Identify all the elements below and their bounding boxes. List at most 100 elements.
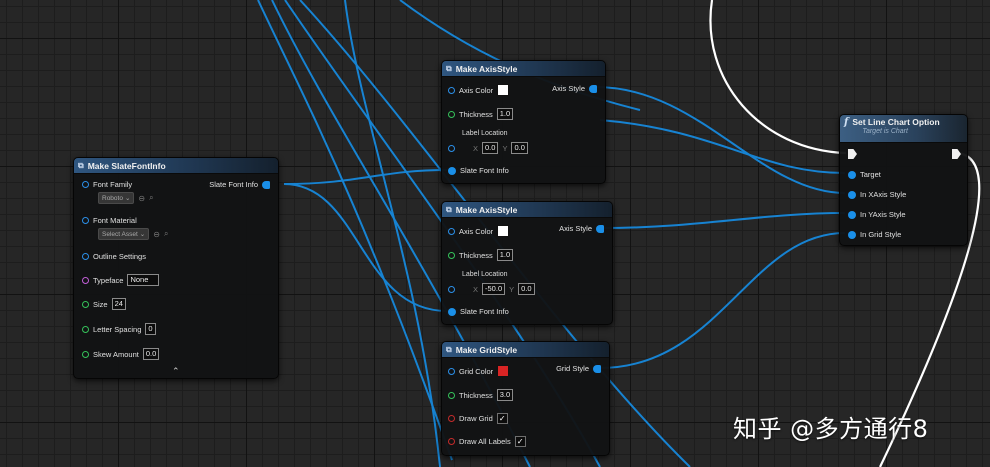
y-label: Y bbox=[502, 143, 508, 153]
typeface-input[interactable]: None bbox=[127, 274, 160, 286]
label-location-pin[interactable] bbox=[448, 285, 455, 293]
size-pin[interactable] bbox=[82, 300, 89, 308]
wire-axis1-to-x bbox=[595, 86, 846, 194]
chevron-down-icon: ⌄ bbox=[124, 195, 131, 202]
font-material-pin[interactable] bbox=[82, 217, 89, 224]
outline-settings-label: Outline Settings bbox=[93, 252, 146, 261]
thickness-label: Thickness bbox=[459, 250, 493, 260]
make-struct-icon: ⧉ bbox=[446, 344, 452, 354]
grid-style-output-pin[interactable] bbox=[593, 364, 601, 373]
x-label: X bbox=[473, 143, 479, 153]
skew-amount-label: Skew Amount bbox=[93, 349, 139, 359]
thickness-pin[interactable] bbox=[448, 251, 455, 259]
font-family-pin[interactable] bbox=[82, 181, 89, 188]
draw-all-labels-pin[interactable] bbox=[448, 438, 455, 445]
node-header[interactable]: ⧉ Make AxisStyle bbox=[442, 61, 605, 77]
letter-spacing-pin[interactable] bbox=[82, 325, 89, 333]
y-input[interactable]: 0.0 bbox=[511, 142, 528, 154]
skew-amount-pin[interactable] bbox=[82, 350, 89, 358]
typeface-pin[interactable] bbox=[82, 276, 89, 284]
wire-bg-1 bbox=[257, 0, 453, 461]
node-header[interactable]: ⧉ Make SlateFontInfo bbox=[74, 158, 278, 174]
size-input[interactable]: 24 bbox=[111, 298, 126, 310]
slate-font-info-pin[interactable] bbox=[448, 166, 456, 175]
letter-spacing-input[interactable]: 0 bbox=[145, 323, 156, 335]
grid-color-swatch[interactable] bbox=[497, 365, 510, 377]
node-title: Make SlateFontInfo bbox=[87, 160, 166, 171]
axis-style-output-label: Axis Style bbox=[552, 84, 585, 93]
axis-style-output-pin[interactable] bbox=[589, 84, 597, 93]
typeface-label: Typeface bbox=[93, 275, 124, 285]
grid-color-pin[interactable] bbox=[448, 367, 455, 375]
node-subtitle: Target is Chart bbox=[862, 128, 908, 135]
back-arrow-icon[interactable]: ⊖ bbox=[153, 230, 160, 239]
node-header[interactable]: f Set Line Chart Option Target is Chart bbox=[840, 115, 967, 143]
watermark: 知乎 @多方通行8 bbox=[733, 415, 929, 443]
wire-axis2-to-y bbox=[602, 212, 846, 229]
x-input[interactable]: 0.0 bbox=[482, 142, 499, 154]
node-header[interactable]: ⧉ Make AxisStyle bbox=[442, 202, 612, 218]
in-yaxis-style-label: In YAxis Style bbox=[860, 210, 906, 219]
set-line-chart-option-node[interactable]: f Set Line Chart Option Target is Chart … bbox=[839, 114, 968, 246]
exec-in-pin[interactable] bbox=[848, 149, 857, 159]
make-slate-font-info-node[interactable]: ⧉ Make SlateFontInfo Font Family Roboto ⌄… bbox=[73, 157, 279, 379]
axis-color-pin[interactable] bbox=[448, 86, 455, 94]
search-icon[interactable]: ⌕ bbox=[164, 229, 168, 239]
thickness-pin[interactable] bbox=[448, 391, 455, 399]
target-pin[interactable] bbox=[848, 170, 856, 179]
back-arrow-icon[interactable]: ⊖ bbox=[138, 194, 145, 203]
slate-font-info-output-pin[interactable] bbox=[262, 180, 270, 189]
axis-color-swatch[interactable] bbox=[497, 225, 510, 237]
collapse-arrow-icon[interactable]: ⌃ bbox=[172, 366, 180, 377]
make-grid-style-node[interactable]: ⧉ Make GridStyle Grid Color Thickness 3.… bbox=[441, 341, 610, 456]
y-label: Y bbox=[509, 284, 515, 294]
axis-style-output-label: Axis Style bbox=[559, 224, 592, 233]
axis-color-swatch[interactable] bbox=[497, 84, 510, 96]
in-yaxis-style-pin[interactable] bbox=[848, 210, 856, 219]
make-struct-icon: ⧉ bbox=[78, 160, 84, 170]
wire-font-to-axis1 bbox=[283, 169, 448, 185]
font-family-dropdown[interactable]: Roboto ⌄ bbox=[98, 192, 135, 204]
wire-exec-in bbox=[709, 0, 847, 155]
slate-font-info-pin[interactable] bbox=[448, 307, 456, 316]
draw-grid-pin[interactable] bbox=[448, 415, 455, 422]
grid-style-output-label: Grid Style bbox=[556, 364, 589, 373]
in-grid-style-pin[interactable] bbox=[848, 230, 856, 239]
draw-all-labels-label: Draw All Labels bbox=[459, 437, 511, 446]
exec-out-pin[interactable] bbox=[952, 149, 961, 159]
node-title: Make AxisStyle bbox=[455, 204, 518, 215]
draw-grid-label: Draw Grid bbox=[459, 414, 493, 423]
axis-style-output-pin[interactable] bbox=[596, 224, 604, 233]
axis-color-label: Axis Color bbox=[459, 85, 494, 95]
draw-grid-checkbox[interactable]: ✓ bbox=[496, 413, 508, 424]
thickness-input[interactable]: 1.0 bbox=[496, 249, 514, 261]
label-location-pin[interactable] bbox=[448, 144, 455, 152]
node-title: Set Line Chart Option bbox=[852, 117, 940, 127]
skew-amount-input[interactable]: 0.0 bbox=[142, 348, 160, 360]
make-struct-icon: ⧉ bbox=[446, 63, 452, 73]
in-xaxis-style-pin[interactable] bbox=[848, 190, 856, 199]
wire-grid-to-grid bbox=[599, 232, 846, 369]
x-input[interactable]: -50.0 bbox=[482, 283, 506, 295]
make-axis-style-node-1[interactable]: ⧉ Make AxisStyle Axis Color Thickness 1.… bbox=[441, 60, 606, 184]
size-label: Size bbox=[93, 299, 108, 309]
thickness-pin[interactable] bbox=[448, 110, 455, 118]
in-grid-style-label: In Grid Style bbox=[860, 230, 902, 239]
make-axis-style-node-2[interactable]: ⧉ Make AxisStyle Axis Color Thickness 1.… bbox=[441, 201, 613, 325]
axis-color-pin[interactable] bbox=[448, 227, 455, 235]
grid-color-label: Grid Color bbox=[459, 366, 494, 376]
font-family-label: Font Family bbox=[93, 180, 133, 189]
in-xaxis-style-label: In XAxis Style bbox=[860, 190, 907, 199]
node-header[interactable]: ⧉ Make GridStyle bbox=[442, 342, 609, 358]
y-input[interactable]: 0.0 bbox=[518, 283, 535, 295]
font-material-dropdown[interactable]: Select Asset ⌄ bbox=[98, 228, 150, 240]
thickness-input[interactable]: 3.0 bbox=[496, 389, 514, 401]
search-icon[interactable]: ⌕ bbox=[149, 193, 153, 203]
font-material-label: Font Material bbox=[93, 216, 137, 225]
thickness-input[interactable]: 1.0 bbox=[496, 108, 514, 120]
axis-color-label: Axis Color bbox=[459, 226, 494, 236]
label-location-label: Label Location bbox=[462, 130, 508, 137]
node-title: Make GridStyle bbox=[455, 344, 518, 355]
draw-all-labels-checkbox[interactable]: ✓ bbox=[514, 436, 526, 447]
outline-settings-pin[interactable] bbox=[82, 253, 89, 260]
